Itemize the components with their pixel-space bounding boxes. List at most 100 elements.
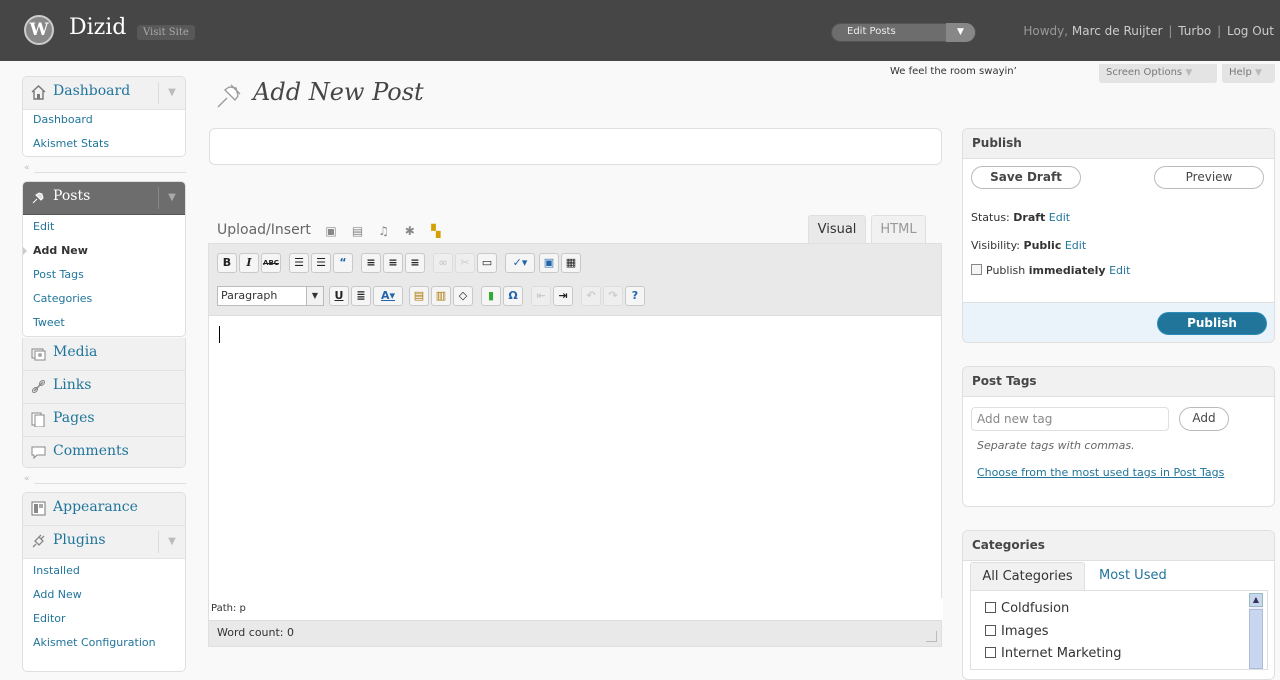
site-title[interactable]: Dizid [69,15,126,40]
submenu-installed[interactable]: Installed [23,559,185,583]
menu-posts[interactable]: Posts ▼ [23,182,185,215]
justify-icon[interactable]: ≣ [351,286,371,306]
submenu-post-tags[interactable]: Post Tags [23,263,185,287]
add-image-icon[interactable]: ▣ [325,224,337,238]
insert-media-icon[interactable]: ▮ [481,286,501,306]
menu-separator[interactable]: « [22,474,186,488]
publish-button[interactable]: Publish [1157,312,1267,335]
tab-visual[interactable]: Visual [808,215,866,243]
help-button[interactable]: Help ▼ [1222,64,1275,83]
outdent-icon[interactable]: ⇤ [531,286,551,306]
resize-handle-icon[interactable] [926,631,937,642]
category-label: Images [1001,624,1049,639]
blockquote-icon[interactable]: “ [333,253,353,273]
post-title-input[interactable] [209,128,942,165]
add-tag-button[interactable]: Add [1179,407,1229,431]
menu-appearance[interactable]: Appearance [23,493,185,526]
checkbox[interactable] [985,647,996,658]
submenu-editor[interactable]: Editor [23,607,185,631]
checkbox[interactable] [985,602,996,613]
undo-icon[interactable]: ↶ [581,286,601,306]
spellcheck-icon[interactable]: ✓▾ [505,253,535,273]
chevron-down-icon[interactable]: ▼ [158,531,185,553]
turbo-link[interactable]: Turbo [1178,24,1211,38]
indent-icon[interactable]: ⇥ [553,286,573,306]
post-tags-title[interactable]: Post Tags [963,367,1274,397]
tab-html[interactable]: HTML [871,215,926,243]
bold-icon[interactable]: B [217,253,237,273]
text-color-icon[interactable]: A▾ [373,286,403,306]
media-icon [31,348,46,361]
menu-plugins[interactable]: Plugins ▼ [23,526,185,559]
favorite-actions-label: Edit Posts [847,26,896,37]
add-gallery-icon[interactable]: ▚ [431,224,443,238]
add-video-icon[interactable]: ▤ [352,224,364,238]
strikethrough-icon[interactable]: ABC [261,253,281,273]
menu-separator[interactable]: « [22,163,186,177]
more-tag-icon[interactable]: ▭ [477,253,497,273]
category-item[interactable]: Coldfusion [985,601,1069,616]
tab-all-categories[interactable]: All Categories [970,562,1085,590]
tab-most-used[interactable]: Most Used [1099,562,1167,590]
menu-media[interactable]: Media [23,338,185,371]
paste-text-icon[interactable]: ▤ [409,286,429,306]
user-name-link[interactable]: Marc de Ruijter [1072,24,1163,38]
unlink-icon[interactable]: ✂ [455,253,475,273]
edit-visibility-link[interactable]: Edit [1065,239,1086,252]
help-icon[interactable]: ? [625,286,645,306]
favorite-actions-dropdown[interactable]: Edit Posts ▼ [831,23,976,42]
category-scrollbar[interactable]: ▲ [1249,593,1263,669]
wordpress-logo-icon[interactable]: W [24,15,54,45]
remove-format-icon[interactable]: ◇ [453,286,473,306]
new-tag-input[interactable]: Add new tag [971,407,1169,431]
menu-pages[interactable]: Pages [23,404,185,437]
screen-options-button[interactable]: Screen Options ▼ [1099,64,1217,83]
submenu-categories[interactable]: Categories [23,287,185,311]
menu-links[interactable]: Links [23,371,185,404]
bullet-list-icon[interactable]: ☰ [289,253,309,273]
submenu-dashboard[interactable]: Dashboard [23,110,185,134]
submenu-akismet-stats[interactable]: Akismet Stats [23,134,185,156]
link-icon[interactable]: ∞ [433,253,453,273]
add-audio-icon[interactable]: ♫ [378,224,390,238]
edit-status-link[interactable]: Edit [1049,211,1070,224]
align-left-icon[interactable]: ≡ [361,253,381,273]
visit-site-button[interactable]: Visit Site [137,25,195,40]
choose-tags-link[interactable]: Choose from the most used tags in Post T… [977,466,1247,480]
save-draft-button[interactable]: Save Draft [971,166,1081,189]
chevron-down-icon[interactable]: ▼ [158,187,185,209]
category-item[interactable]: Images [985,624,1049,639]
checkbox[interactable] [985,625,996,636]
kitchen-sink-icon[interactable]: ▦ [561,253,581,273]
chevron-down-icon[interactable]: ▼ [946,23,975,42]
submenu-akismet-configuration[interactable]: Akismet Configuration [23,631,185,655]
underline-icon[interactable]: U [329,286,349,306]
menu-comments[interactable]: Comments [23,437,185,467]
publish-time-value: immediately [1028,264,1106,277]
italic-icon[interactable]: I [239,253,259,273]
logout-link[interactable]: Log Out [1227,24,1274,38]
align-right-icon[interactable]: ≡ [405,253,425,273]
format-select[interactable]: Paragraph ▼ [217,286,324,306]
edit-timestamp-link[interactable]: Edit [1109,264,1130,277]
publish-box-title[interactable]: Publish [963,129,1274,159]
preview-button[interactable]: Preview [1154,166,1264,189]
add-media-icon[interactable]: ✱ [405,224,417,238]
submenu-edit[interactable]: Edit [23,215,185,239]
special-character-icon[interactable]: Ω [503,286,523,306]
status-label: Status: [971,211,1014,224]
submenu-plugin-add-new[interactable]: Add New [23,583,185,607]
scroll-up-icon[interactable]: ▲ [1249,593,1263,607]
menu-dashboard[interactable]: Dashboard ▼ [23,77,185,110]
category-item[interactable]: Internet Marketing [985,646,1122,661]
redo-icon[interactable]: ↷ [603,286,623,306]
categories-title[interactable]: Categories [963,531,1274,561]
submenu-tweet[interactable]: Tweet [23,311,185,335]
paste-word-icon[interactable]: ▥ [431,286,451,306]
fullscreen-icon[interactable]: ▣ [539,253,559,273]
numbered-list-icon[interactable]: ☰ [311,253,331,273]
chevron-down-icon[interactable]: ▼ [158,82,185,104]
scrollbar-thumb[interactable] [1249,609,1263,669]
submenu-add-new[interactable]: Add New [23,239,185,263]
align-center-icon[interactable]: ≡ [383,253,403,273]
